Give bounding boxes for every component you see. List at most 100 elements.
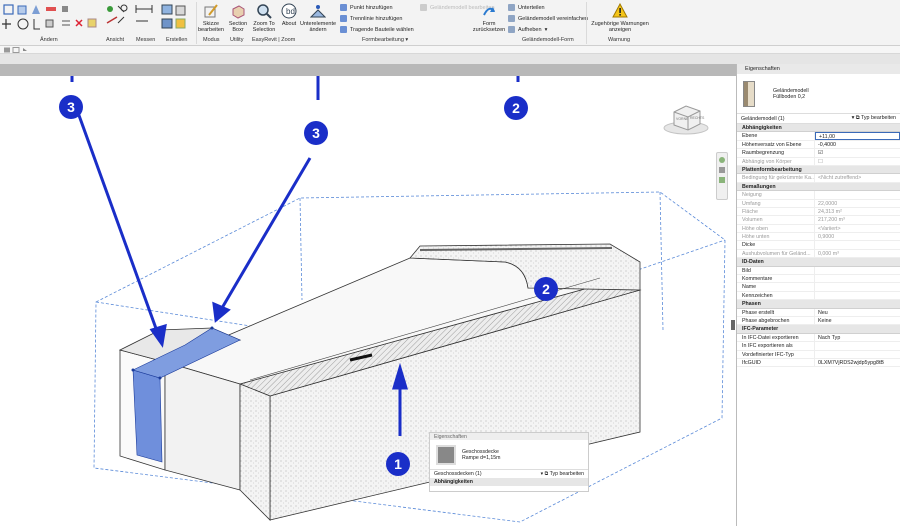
property-key: In IFC exportieren als (737, 342, 815, 350)
property-value: 217,200 m³ (818, 217, 845, 224)
property-value[interactable]: ☑ (815, 149, 900, 156)
panel-label-messen: Messen (136, 37, 156, 43)
property-value[interactable]: 0LXM7VjRDS2wjdp5ypg8tB (815, 359, 900, 366)
control-point[interactable] (158, 376, 162, 380)
section-box-button[interactable]: Section Boxr (226, 3, 250, 33)
property-value[interactable]: +11,00 (815, 132, 900, 140)
snippet-filter-label: Geschossdecken (1) (434, 471, 482, 477)
property-section-header[interactable]: IFC-Parameter (737, 325, 900, 334)
snippet-type-name: Rampe d=1,15m (462, 454, 501, 461)
property-value[interactable]: Keine (815, 317, 900, 324)
property-value[interactable] (815, 283, 900, 290)
property-row[interactable]: Ebene +11,00 (737, 132, 900, 141)
type-names: Geländemodell Füllboden 0,2 (773, 88, 809, 100)
property-key: Bedingung für gekrümmte Ka... (737, 174, 815, 182)
property-row[interactable]: Dicke (737, 241, 900, 250)
floor-type-thumbnail (436, 444, 456, 465)
property-row[interactable]: IfcGUID 0LXM7VjRDS2wjdp5ypg8tB (737, 358, 900, 368)
scroll-handle[interactable] (731, 320, 735, 330)
property-row[interactable]: Höhenversatz von Ebene -0,4000 (737, 140, 900, 150)
reset-shape-button[interactable]: Form zurücksetzen (473, 3, 505, 33)
section-box-icon (230, 3, 246, 19)
property-value[interactable] (815, 241, 900, 248)
property-row[interactable]: Bild (737, 266, 900, 276)
property-key: Name (737, 283, 815, 291)
property-key: Höhe unten (737, 233, 815, 241)
annotation-badge-2-model: 2 (534, 277, 558, 301)
property-row[interactable]: Phase erstellt Neu (737, 308, 900, 317)
drawing-canvas[interactable] (0, 76, 730, 526)
property-value[interactable]: Nach Typ (815, 334, 900, 341)
property-value[interactable] (815, 292, 900, 299)
property-section-header[interactable]: Abhängigkeiten (737, 124, 900, 133)
property-value: 0,9000 (818, 234, 835, 241)
show-warnings-button[interactable]: Zugehörige Warnungen anzeigen (590, 3, 650, 33)
add-point-button[interactable]: Punkt hinzufügen (340, 4, 393, 11)
pan-icon[interactable] (719, 167, 725, 173)
property-value[interactable]: Neu (815, 309, 900, 316)
snippet-filter[interactable]: Geschossdecken (1) ▾ ⧉ Typ bearbeiten (430, 469, 588, 478)
property-value[interactable] (815, 275, 900, 282)
property-key: Raumbegrenzung (737, 149, 815, 157)
property-row[interactable]: Kommentare (737, 275, 900, 284)
panel-label-ansicht: Ansicht (106, 37, 125, 43)
property-row[interactable]: Name (737, 283, 900, 292)
add-split-line-button[interactable]: Trennlinie hinzufügen (340, 15, 402, 22)
instance-filter[interactable]: Geländemodell (1) ▾ ⧉ Typ bearbeiten (737, 114, 900, 124)
property-row[interactable]: Kennzeichen (737, 291, 900, 301)
subelements-icon (310, 3, 326, 19)
property-key: Dicke (737, 241, 815, 249)
zoom-nav-icon[interactable] (719, 177, 725, 183)
edit-type-button[interactable]: ▾ ⧉ Typ bearbeiten (852, 115, 896, 122)
warning-icon (612, 3, 628, 19)
property-row[interactable]: Phase abgebrochen Keine (737, 316, 900, 326)
property-row[interactable]: In IFC exportieren als (737, 342, 900, 351)
property-value[interactable]: -0,4000 (815, 141, 900, 148)
property-section-header[interactable]: ID-Daten (737, 258, 900, 267)
property-row[interactable]: Raumbegrenzung ☑ (737, 149, 900, 158)
subdivide-button[interactable]: Unterteilen (508, 4, 545, 11)
control-point[interactable] (131, 368, 135, 372)
modify-subelements-button[interactable]: Unterelemente ändern (300, 3, 336, 33)
navigation-bar[interactable] (716, 152, 728, 200)
properties-title: Eigenschaften (737, 64, 900, 74)
property-value[interactable] (815, 342, 900, 349)
property-row[interactable]: Vordefinierter IFC-Typ (737, 350, 900, 359)
options-bar (0, 46, 900, 54)
view-measure-create-icons[interactable] (104, 3, 199, 35)
type-selector[interactable]: Geländemodell Füllboden 0,2 (737, 74, 900, 114)
property-row: Bedingung für gekrümmte Ka... <Nicht zutr… (737, 174, 900, 183)
modify-tools-icon[interactable] (1, 3, 102, 35)
property-value[interactable] (815, 267, 900, 274)
property-section-header[interactable]: Bemaßungen (737, 182, 900, 192)
about-button[interactable]: bd About (279, 3, 299, 27)
zoom-selection-button[interactable]: Zoom To Selection (251, 3, 277, 33)
selected-element-face[interactable] (132, 369, 163, 463)
property-row: Abhängig von Körper ☐ (737, 157, 900, 166)
model-view[interactable] (0, 76, 730, 526)
property-value[interactable] (815, 351, 900, 358)
simplify-toposurface-button[interactable]: Geländemodell vereinfachen (508, 15, 588, 22)
view-tiles-icon[interactable] (3, 47, 33, 53)
type-family-name: Geländemodell (773, 87, 809, 94)
pick-supports-button[interactable]: Tragende Bauteile wählen (340, 26, 414, 33)
unjoin-button[interactable]: Aufheben ▾ (508, 26, 547, 33)
property-value (815, 191, 900, 198)
ribbon: Ändern Ansicht Messen Erstellen Skizze b… (0, 0, 900, 46)
type-name: Füllboden 0,2 (773, 93, 806, 100)
edit-sketch-button[interactable]: Skizze bearbeiten (197, 3, 225, 33)
property-row: Aushubvolumen für Geländ... 0,000 m³ (737, 249, 900, 259)
annotation-badge-3-center: 3 (304, 121, 328, 145)
reset-shape-icon (481, 3, 497, 19)
steering-wheel-icon[interactable] (719, 157, 725, 163)
svg-text:bd: bd (286, 7, 295, 16)
property-key: Umfang (737, 199, 815, 207)
property-row[interactable]: In IFC-Datei exportieren Nach Typ (737, 333, 900, 343)
snippet-type-selector[interactable]: Geschossdecke Rampe d=1,15m (430, 440, 588, 469)
viewcube[interactable]: VORNE RECHTS (662, 100, 710, 136)
formbearbeitung-text: Formbearbeitung (362, 37, 404, 43)
control-point[interactable] (210, 326, 214, 330)
property-section-header[interactable]: Phasen (737, 300, 900, 309)
snippet-edit-type[interactable]: ▾ ⧉ Typ bearbeiten (541, 471, 584, 477)
property-section-header[interactable]: Plattenformbearbeitung (737, 165, 900, 175)
